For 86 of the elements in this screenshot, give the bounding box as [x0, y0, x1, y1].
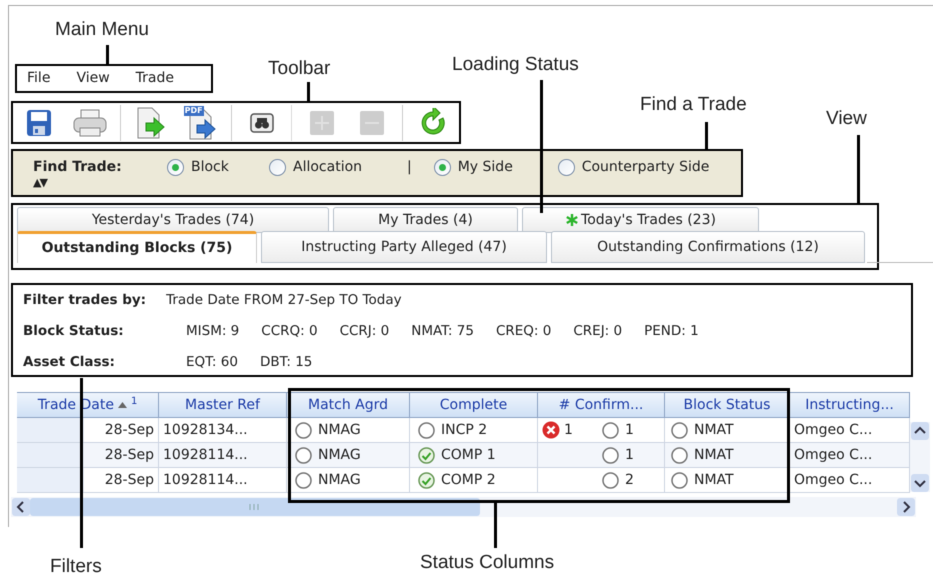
- printer-icon: [72, 108, 107, 136]
- filter-value: CCRJ: 0: [340, 322, 390, 341]
- callout-label: View: [826, 107, 867, 131]
- callout-label: Filters: [50, 555, 102, 573]
- column-header[interactable]: # Confirm...: [538, 393, 665, 417]
- cell-text: 28-Sep: [104, 420, 155, 440]
- table-row[interactable]: 28-Sep 10928114... NMAG COMP 1 1 NMAT Omgeo C...: [17, 443, 910, 468]
- cell-text: COMP 2: [441, 470, 496, 490]
- cell-text: NMAG: [318, 446, 361, 464]
- tab[interactable]: Outstanding Confirmations (12): [551, 231, 865, 263]
- cell-text: NMAT: [694, 420, 734, 440]
- filter-value: MISM: 9: [186, 322, 240, 341]
- cell-text: NMAG: [318, 470, 361, 490]
- asterisk-icon: [565, 213, 580, 227]
- sort-arrow-icon: [118, 402, 127, 408]
- cell-text: NMAT: [694, 446, 734, 464]
- tab[interactable]: Instructing Party Alleged (47): [261, 231, 547, 263]
- vertical-scrollbar[interactable]: [910, 422, 930, 492]
- filter-value: EQT: 60: [186, 352, 238, 372]
- callout-label: Loading Status: [452, 53, 579, 77]
- radio-button[interactable]: [269, 158, 286, 176]
- radio-label: My Side: [458, 158, 513, 176]
- radio-label: Counterparty Side: [582, 158, 710, 176]
- find-trade-label: Find Trade:: [33, 158, 123, 176]
- minus-icon: [360, 110, 384, 134]
- document-arrow-icon: [136, 106, 166, 138]
- radio-label: Block: [191, 158, 229, 176]
- cell-text: 1: [625, 446, 634, 464]
- binoculars-icon: [250, 112, 274, 132]
- filter-label: Block Status:: [23, 322, 125, 341]
- cell-text: NMAT: [694, 470, 734, 490]
- collapse-toggle[interactable]: ▲▼: [33, 177, 46, 189]
- cell-text: 2: [625, 470, 634, 490]
- filter-value: PEND: 1: [644, 322, 699, 341]
- menu-item[interactable]: File: [27, 68, 50, 89]
- toolbar-button[interactable]: PDF: [180, 104, 221, 140]
- column-header[interactable]: Complete: [410, 393, 538, 417]
- tab[interactable]: Today's Trades (23): [522, 207, 759, 233]
- cell-text: 1: [625, 420, 634, 440]
- radio-button[interactable]: [167, 158, 184, 176]
- tab[interactable]: Yesterday's Trades (74): [17, 207, 329, 233]
- cell-text: 10928114...: [163, 470, 248, 490]
- cell-text: Omgeo C...: [794, 470, 872, 490]
- cell-text: 28-Sep: [104, 446, 155, 464]
- tab[interactable]: My Trades (4): [333, 207, 518, 233]
- horizontal-scrollbar[interactable]: [11, 497, 916, 517]
- callout-label: Toolbar: [268, 57, 330, 81]
- cell-text: COMP 1: [441, 446, 496, 464]
- cell-text: Omgeo C...: [794, 446, 872, 464]
- cell-text: NMAG: [318, 420, 361, 440]
- filter-value: DBT: 15: [260, 352, 312, 372]
- sort-rank: 1: [130, 394, 138, 408]
- cell-text: 1: [564, 420, 573, 440]
- leader-line: [494, 502, 497, 548]
- column-header[interactable]: Master Ref: [159, 393, 287, 417]
- menu-item[interactable]: Trade: [136, 68, 174, 89]
- radio-button[interactable]: [558, 158, 575, 176]
- cell-text: INCP 2: [441, 420, 488, 440]
- pdf-badge: PDF: [184, 106, 204, 116]
- filter-value: CREQ: 0: [496, 322, 552, 341]
- radio-label: Allocation: [293, 158, 362, 176]
- table-row[interactable]: 28-Sep 10928134... NMAG INCP 2 1 1 NMAT Omgeo C...: [17, 418, 910, 443]
- filter-label: Filter trades by:: [23, 290, 146, 310]
- callout-label: Find a Trade: [640, 93, 747, 117]
- cell-text: 10928134...: [163, 420, 248, 440]
- cell-text: Omgeo C...: [794, 420, 872, 440]
- plus-icon: [310, 110, 334, 134]
- filter-value: Trade Date FROM 27-Sep TO Today: [166, 290, 402, 310]
- scroll-thumb-icon: [30, 498, 480, 516]
- column-header[interactable]: Instructing...: [790, 393, 910, 417]
- refresh-icon: [420, 108, 446, 138]
- menu-item[interactable]: View: [76, 68, 110, 89]
- cell-text: 10928114...: [163, 446, 248, 464]
- callout-label: Main Menu: [55, 18, 149, 42]
- cell-text: 28-Sep: [104, 470, 155, 490]
- divider-text: |: [407, 158, 412, 176]
- table-row[interactable]: 28-Sep 10928114... NMAG COMP 2 2 NMAT Omgeo C...: [17, 468, 910, 493]
- radio-button[interactable]: [434, 158, 451, 176]
- callout-label: Status Columns: [420, 551, 554, 573]
- filter-value: CCRQ: 0: [261, 322, 318, 341]
- column-header[interactable]: Match Agrd: [287, 393, 410, 417]
- filter-label: Asset Class:: [23, 352, 116, 372]
- filter-value: CREJ: 0: [573, 322, 622, 341]
- filter-value: NMAT: 75: [411, 322, 474, 341]
- column-header[interactable]: Block Status: [665, 393, 790, 417]
- tab[interactable]: Outstanding Blocks (75): [17, 231, 257, 263]
